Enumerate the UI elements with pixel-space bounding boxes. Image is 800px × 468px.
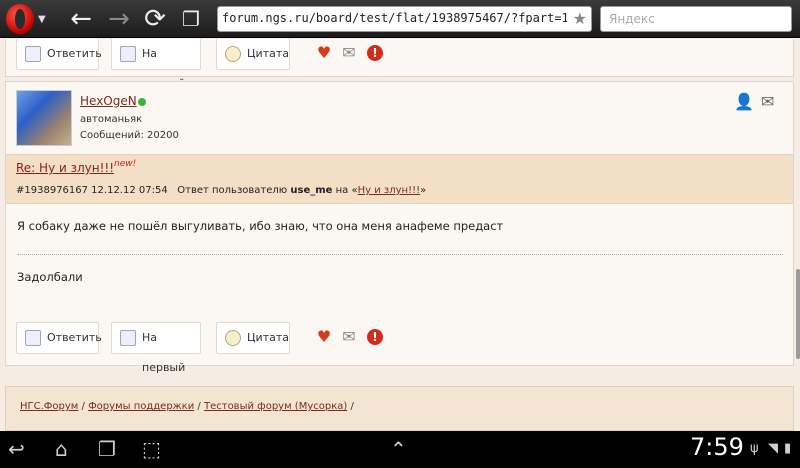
first-post-icon <box>120 330 136 346</box>
usb-icon: ψ <box>750 441 759 456</box>
battery-icon: ▮ <box>784 441 792 456</box>
system-navigation-bar: ↩ ⌂ ❐ ⬚ ⌃ 7:59 ψ ◥ ▮ <box>0 431 800 468</box>
breadcrumb-item-test-forum[interactable]: Тестовый форум (Мусорка) <box>204 401 347 412</box>
quote-icon <box>225 330 241 346</box>
author-post-count: Сообщений: 20200 <box>80 130 179 141</box>
first-label: На первый <box>142 331 186 374</box>
page-scrollbar[interactable] <box>796 269 800 359</box>
breadcrumb-trail: НГС.Форум / Форумы поддержки / Тестовый … <box>20 401 354 412</box>
search-input[interactable]: Яндекс <box>600 6 792 32</box>
chevron-down-icon: ▼ <box>38 14 46 25</box>
reply-label: Ответить <box>47 47 102 60</box>
mail-icon[interactable]: ✉ <box>340 44 358 62</box>
report-icon[interactable]: ! <box>367 45 383 61</box>
post-text: Я собаку даже не пошёл выгуливать, ибо з… <box>17 219 504 233</box>
home-nav-icon[interactable]: ⌂ <box>55 437 68 461</box>
signature-divider <box>17 254 783 255</box>
back-nav-icon[interactable]: ↩ <box>8 437 25 461</box>
bookmark-star-icon[interactable]: ★ <box>573 9 587 28</box>
reply-button[interactable]: Ответить <box>16 39 102 70</box>
reply-icon <box>25 46 41 62</box>
opera-menu-button[interactable]: ▼ <box>0 0 52 38</box>
reload-button[interactable]: ⟳ <box>140 4 170 34</box>
private-message-icon[interactable]: ✉ <box>761 92 774 111</box>
first-post-icon <box>120 46 136 62</box>
author-rank: автоманьяк <box>80 114 143 125</box>
wifi-icon: ◥ <box>768 441 778 456</box>
forum-page: Ответить На первый Цитата ♥ ✉ ! HexOgeN … <box>0 39 800 431</box>
reply-topic-link[interactable]: Ну и злун!!! <box>358 185 421 196</box>
forward-button[interactable]: → <box>104 4 134 34</box>
breadcrumb-separator: / <box>350 401 354 412</box>
breadcrumb: НГС.Форум / Форумы поддержки / Тестовый … <box>5 386 794 431</box>
opera-logo-icon <box>6 4 34 34</box>
post-header: Re: Ну и злун!!! new! #1938976167 12.12.… <box>6 154 793 204</box>
browser-toolbar: ▼ ← → ⟳ ❐ forum.ngs.ru/board/test/flat/1… <box>0 0 800 38</box>
reply-button[interactable]: Ответить <box>16 322 102 354</box>
go-first-button[interactable]: На первый <box>111 39 201 90</box>
reply-icon <box>25 330 41 346</box>
go-first-button[interactable]: На первый <box>111 322 201 374</box>
post-signature: Задолбали <box>17 270 83 284</box>
heart-icon[interactable]: ♥ <box>315 44 333 62</box>
quote-label: Цитата <box>247 331 289 344</box>
address-bar[interactable]: forum.ngs.ru/board/test/flat/1938975467/… <box>217 6 592 32</box>
recent-apps-icon[interactable]: ❐ <box>98 437 116 461</box>
breadcrumb-separator: / <box>81 401 85 412</box>
system-clock: 7:59 <box>690 433 744 461</box>
breadcrumb-item-support[interactable]: Форумы поддержки <box>88 401 194 412</box>
new-badge: new! <box>114 159 137 169</box>
quote-button[interactable]: Цитата <box>216 322 290 354</box>
breadcrumb-item-home[interactable]: НГС.Форум <box>20 401 78 412</box>
search-placeholder: Яндекс <box>609 12 655 26</box>
post-card: HexOgeN автоманьяк Сообщений: 20200 👤 ✉ … <box>5 81 794 374</box>
heart-icon[interactable]: ♥ <box>315 328 333 346</box>
reply-on-label: на « <box>335 185 358 196</box>
chevron-up-icon[interactable]: ⌃ <box>390 437 407 461</box>
online-status-icon <box>138 98 146 106</box>
tabs-button[interactable]: ❐ <box>176 4 206 34</box>
previous-post-card: Ответить На первый Цитата ♥ ✉ ! <box>5 39 794 90</box>
post-subject[interactable]: Re: Ну и злун!!! <box>16 161 114 175</box>
author-name[interactable]: HexOgeN <box>80 94 137 108</box>
post-meta: #1938976167 12.12.12 07:54 Ответ пользов… <box>16 185 426 196</box>
avatar[interactable] <box>16 90 72 146</box>
mail-icon[interactable]: ✉ <box>340 328 358 346</box>
quote-button[interactable]: Цитата <box>216 39 290 70</box>
back-button[interactable]: ← <box>66 4 96 34</box>
reply-on-close: » <box>420 185 427 196</box>
reply-to-label: Ответ пользователю <box>177 185 288 196</box>
reply-label: Ответить <box>47 331 102 344</box>
screenshot-icon[interactable]: ⬚ <box>142 437 161 461</box>
add-friend-icon[interactable]: 👤 <box>734 92 754 111</box>
breadcrumb-separator: / <box>197 401 201 412</box>
quote-icon <box>225 46 241 62</box>
url-text: forum.ngs.ru/board/test/flat/1938975467/… <box>222 11 567 25</box>
post-id-date: #1938976167 12.12.12 07:54 <box>16 185 168 196</box>
quote-label: Цитата <box>247 47 289 60</box>
reply-to-user[interactable]: use_me <box>290 185 332 196</box>
report-icon[interactable]: ! <box>367 329 383 345</box>
